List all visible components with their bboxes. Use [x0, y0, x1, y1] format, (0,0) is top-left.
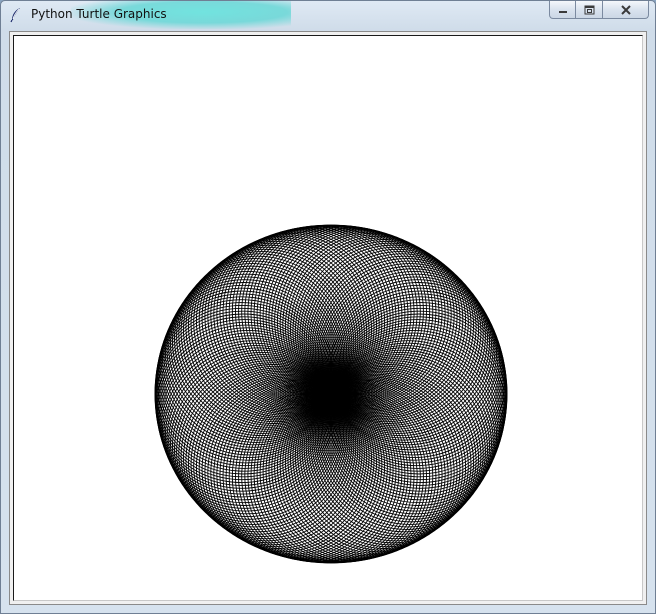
maximize-button[interactable]: [576, 1, 603, 19]
close-icon: [620, 1, 632, 19]
title-bar[interactable]: Python Turtle Graphics: [1, 1, 655, 29]
turtle-canvas[interactable]: [13, 35, 643, 601]
window-title: Python Turtle Graphics: [31, 7, 167, 21]
window-controls: [549, 1, 649, 20]
maximize-icon: [584, 1, 595, 19]
turtle-window: Python Turtle Graphics: [0, 0, 656, 614]
client-area: [9, 31, 647, 605]
torus-strokes: [154, 224, 508, 564]
feather-icon: [9, 7, 23, 23]
minimize-icon: [558, 1, 568, 19]
close-button[interactable]: [603, 1, 649, 19]
torus-drawing: [154, 224, 508, 564]
minimize-button[interactable]: [549, 1, 576, 19]
